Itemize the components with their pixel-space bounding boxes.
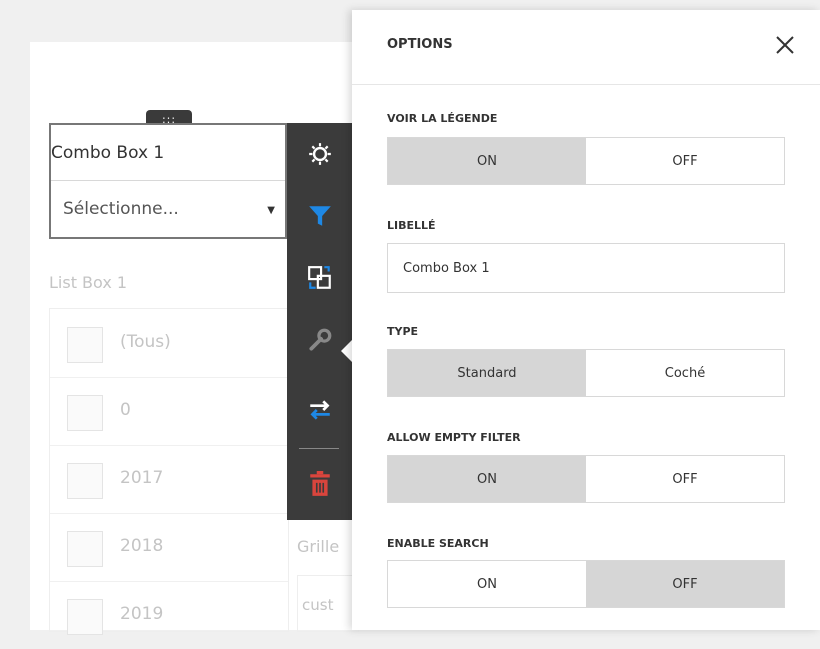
show-legend-on-button[interactable]: ON [388,138,586,184]
combo-select-value: Sélectionne... [63,199,179,219]
filter-icon [308,206,331,226]
options-panel: OPTIONS VOIR LA LÉGENDE ON OFF LIBELLÉ T… [352,10,820,630]
allow-empty-filter-label: ALLOW EMPTY FILTER [387,431,521,444]
list-item-checkbox[interactable] [67,327,103,363]
show-legend-toggle: ON OFF [387,137,785,185]
enable-search-on-button[interactable]: ON [388,561,586,607]
delete-button[interactable] [287,453,352,515]
list-box-title: List Box 1 [49,273,128,292]
combo-box-title: Combo Box 1 [51,143,165,163]
enable-search-off-button[interactable]: OFF [586,561,784,607]
type-checked-button[interactable]: Coché [586,350,784,396]
list-item-label: 2017 [120,468,164,488]
grid-title: Grille [297,537,340,556]
type-label: TYPE [387,325,419,338]
allow-empty-filter-toggle: ON OFF [387,455,785,503]
list-item[interactable]: (Tous) [50,309,288,378]
caption-label: LIBELLÉ [387,219,436,232]
list-box-widget: (Tous) 0 2017 2018 2019 [49,308,289,635]
enable-search-toggle: ON OFF [387,560,785,608]
convert-button[interactable] [287,247,352,309]
combo-select[interactable]: Sélectionne... ▼ [63,199,275,219]
list-item[interactable]: 2017 [50,445,288,514]
close-icon [776,36,794,54]
combo-box-widget[interactable]: Combo Box 1 Sélectionne... ▼ [49,123,287,239]
list-item-label: 2019 [120,604,164,624]
allow-empty-filter-on-button[interactable]: ON [388,456,586,502]
combo-divider [51,180,285,181]
list-item[interactable]: 0 [50,377,288,446]
show-legend-off-button[interactable]: OFF [586,138,784,184]
interactivity-button[interactable] [287,379,352,441]
list-item-checkbox[interactable] [67,395,103,431]
toolbar-separator [299,448,339,449]
allow-empty-filter-off-button[interactable]: OFF [586,456,784,502]
show-legend-label: VOIR LA LÉGENDE [387,112,498,125]
type-standard-button[interactable]: Standard [388,350,586,396]
delete-icon [309,471,330,496]
item-toolbar [287,123,352,520]
options-title: OPTIONS [387,37,453,52]
close-button[interactable] [770,30,800,60]
list-item-checkbox[interactable] [67,463,103,499]
filter-button[interactable] [287,185,352,247]
interactivity-icon [309,400,330,420]
enable-search-label: ENABLE SEARCH [387,537,489,550]
list-item[interactable]: 2018 [50,513,288,582]
gear-icon [308,143,331,165]
chevron-down-icon: ▼ [267,205,275,216]
list-item[interactable]: 2019 [50,581,288,649]
grid-cell: cust [297,575,359,632]
list-item-label: (Tous) [120,332,171,352]
list-item-checkbox[interactable] [67,531,103,567]
type-toggle: Standard Coché [387,349,785,397]
gear-button[interactable] [287,123,352,185]
grid-cell-text: cust [302,596,334,614]
caption-input[interactable] [387,243,785,293]
convert-icon [307,266,331,289]
wrench-icon [308,328,331,351]
list-item-label: 0 [120,400,131,420]
options-header: OPTIONS [352,10,820,85]
list-item-label: 2018 [120,536,164,556]
